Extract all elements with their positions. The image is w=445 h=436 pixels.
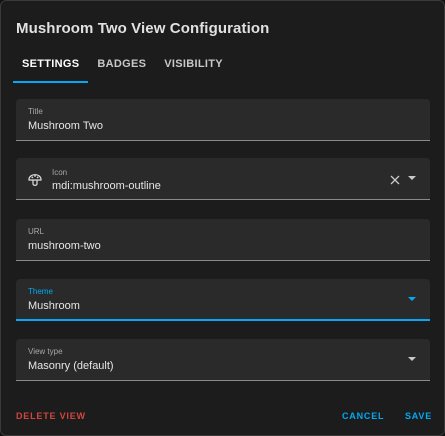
url-field-label: URL	[28, 227, 45, 236]
icon-field-label: Icon	[52, 168, 68, 177]
theme-select[interactable]: Theme Mushroom	[16, 279, 430, 321]
theme-select-label: Theme	[28, 287, 53, 296]
icon-field-value[interactable]: mdi:mushroom-outline	[52, 180, 161, 192]
mushroom-outline-icon	[28, 174, 42, 186]
chevron-down-icon[interactable]	[408, 176, 416, 180]
cancel-button[interactable]: CANCEL	[342, 411, 384, 421]
title-field[interactable]: Title Mushroom Two	[16, 99, 430, 141]
view-config-dialog: Mushroom Two View Configuration SETTINGS…	[0, 0, 445, 436]
icon-field[interactable]: Icon mdi:mushroom-outline	[16, 158, 430, 200]
title-field-value[interactable]: Mushroom Two	[28, 120, 103, 132]
url-field-value[interactable]: mushroom-two	[28, 240, 101, 252]
tab-settings[interactable]: SETTINGS	[13, 51, 89, 83]
title-field-label: Title	[28, 107, 43, 116]
delete-view-button[interactable]: DELETE VIEW	[16, 411, 86, 421]
tab-badges[interactable]: BADGES	[88, 51, 155, 83]
theme-select-value[interactable]: Mushroom	[28, 300, 80, 312]
dialog-title: Mushroom Two View Configuration	[16, 20, 270, 37]
tab-visibility[interactable]: VISIBILITY	[155, 51, 232, 83]
view-type-select-label: View type	[28, 347, 63, 356]
chevron-down-icon[interactable]	[408, 357, 416, 361]
url-field[interactable]: URL mushroom-two	[16, 219, 430, 261]
tab-bar: SETTINGS BADGES VISIBILITY	[13, 51, 232, 83]
view-type-select-value[interactable]: Masonry (default)	[28, 360, 114, 372]
view-type-select[interactable]: View type Masonry (default)	[16, 339, 430, 381]
close-icon[interactable]	[390, 175, 400, 185]
chevron-down-icon[interactable]	[408, 297, 416, 301]
save-button[interactable]: SAVE	[405, 411, 432, 421]
